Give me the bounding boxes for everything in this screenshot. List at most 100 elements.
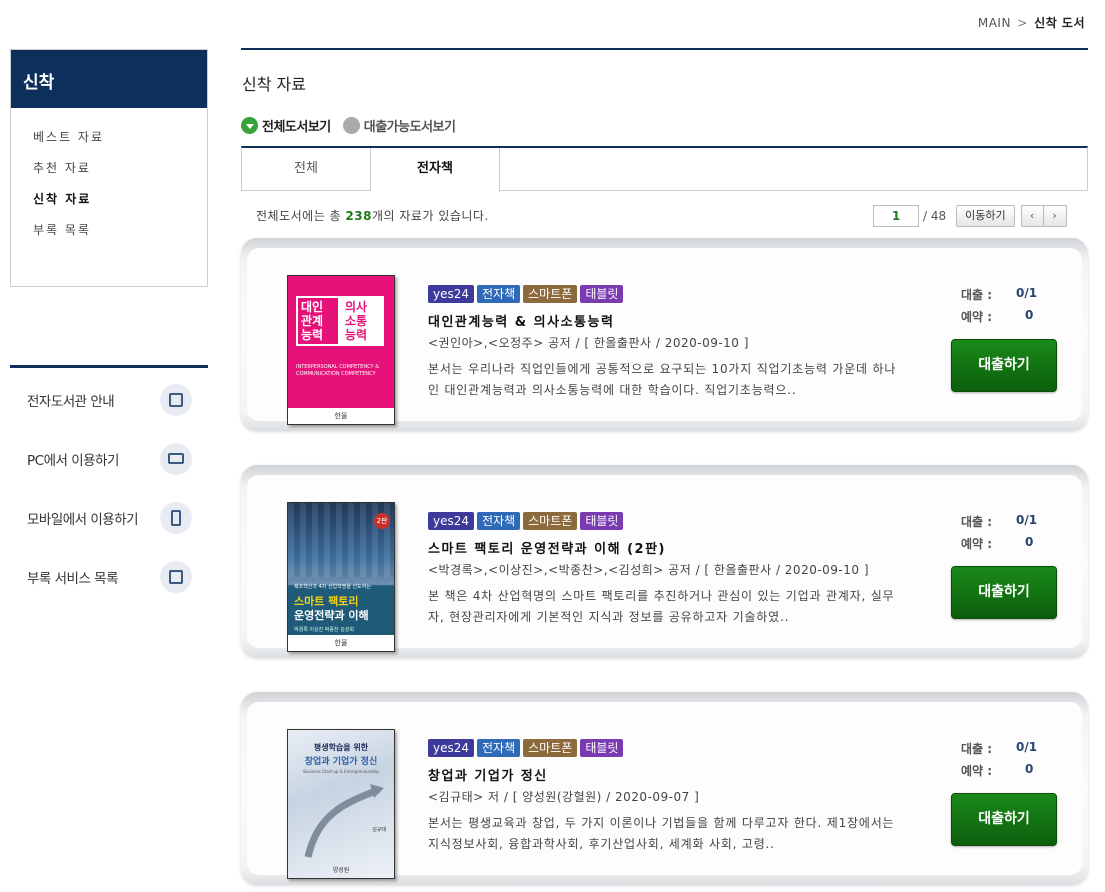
count-value: 238 [345,209,372,223]
sidebar-item-appendix[interactable]: 부록 목록 [33,215,207,246]
cover-publisher: 한올 [288,635,394,651]
book-description: 본서는 평생교육과 창업, 두 가지 이론이나 기법들을 함께 다루고자 한다.… [428,816,895,851]
list-icon [160,560,192,593]
cover-subtitle: INTERPERSONAL COMPETENCY & COMMUNICATION… [296,364,380,377]
book-meta: <권인아>,<오정주> 공저 / [ 한올출판사 / 2020-09-10 ] [428,336,749,350]
guide-item-label: PC에서 이용하기 [27,452,119,469]
book-title[interactable]: 스마트 팩토리 운영전략과 이해 (2판) [428,538,666,557]
tab-ebook[interactable]: 전자책 [371,148,500,192]
book-meta: <김규태> 저 / [ 양성원(강혈원) / 2020-09-07 ] [428,790,700,804]
breadcrumb: MAIN > 신착 도서 [978,14,1085,31]
platform-badges: yes24 전자책 스마트폰 태블릿 [428,512,626,530]
loan-label: 대출 : [961,515,993,529]
book-cover[interactable]: 대인 관계 능력 의사 소통 능력 INTERPERSONAL COMPETEN… [287,275,395,425]
book-guide-icon [160,383,192,416]
reserve-label: 예약 : [961,310,993,324]
book-description: 본 책은 4차 산업혁명의 스마트 팩토리를 추진하거나 관심이 있는 기업과 … [428,589,895,624]
badge-yes24: yes24 [428,285,475,303]
breadcrumb-current: 신착 도서 [1034,16,1085,30]
cover-title-left: 대인 관계 능력 [296,296,340,346]
category-tabs: 전체 전자책 [241,146,1088,192]
guide-item-library-info[interactable]: 전자도서관 안내 [10,370,208,429]
count-suffix: 개의 자료가 있습니다. [371,209,489,223]
badge-yes24: yes24 [428,739,475,757]
reserve-status: 예약 : 0 [961,535,1033,552]
filter-available-books[interactable]: 대출가능도서보기 [342,116,456,135]
book-title[interactable]: 대인관계능력 & 의사소통능력 [428,311,614,330]
sidebar-item-best[interactable]: 베스트 자료 [33,122,207,153]
guide-item-appendix-service[interactable]: 부록 서비스 목록 [10,547,208,606]
badge-tablet: 태블릿 [580,285,624,303]
filter-label: 전체도서보기 [262,120,331,135]
book-cover[interactable]: 2판 제조혁신과 4차 산업혁명을 선도하는 스마트 팩토리 운영전략과 이해 … [287,502,395,652]
book-card: 2판 제조혁신과 4차 산업혁명을 선도하는 스마트 팩토리 운영전략과 이해 … [241,465,1088,658]
book-card: 대인 관계 능력 의사 소통 능력 INTERPERSONAL COMPETEN… [241,238,1088,431]
cover-author: 김규태 [372,827,386,833]
book-card: 평생학습을 위한 창업과 기업가 정신 Business Start-up & … [241,692,1088,885]
reserve-value: 0 [1025,308,1034,322]
loan-button[interactable]: 대출하기 [951,566,1057,619]
cover-publisher: 한올 [288,408,394,424]
cover-english-title: Business Start-up & Entrepreneurship [303,769,379,774]
main-top-rule [241,48,1088,50]
sidebar-menu-box: 신착 베스트 자료 추천 자료 신착 자료 부록 목록 [10,49,208,287]
page-number-input[interactable] [873,205,919,227]
guide-item-mobile[interactable]: 모바일에서 이용하기 [10,488,208,547]
reserve-status: 예약 : 0 [961,308,1033,325]
pager: / 48 이동하기 ‹ › [873,205,1067,227]
book-title[interactable]: 창업과 기업가 정신 [428,765,548,784]
page-total: / 48 [923,209,947,223]
cover-publisher: 양성원 [332,867,350,874]
next-page-button[interactable]: › [1043,205,1067,227]
cover-text: 능력 [301,328,324,342]
guide-item-pc[interactable]: PC에서 이용하기 [10,429,208,488]
sidebar-item-new[interactable]: 신착 자료 [33,184,207,215]
book-description: 본서는 우리나라 직업인들에게 공통적으로 요구되는 10가지 직업기초능력 가… [428,362,897,397]
loan-value: 0/1 [1016,513,1038,527]
cover-arrow-illustration [304,784,384,858]
loan-label: 대출 : [961,288,993,302]
filter-label: 대출가능도서보기 [363,120,456,135]
cover-subtitle: 제조혁신과 4차 산업혁명을 선도하는 [294,584,371,590]
platform-badges: yes24 전자책 스마트폰 태블릿 [428,739,626,757]
cover-subtitle: 평생학습을 위한 [313,743,369,752]
radio-unselected-icon [342,117,360,134]
cover-title-right: 의사 소통 능력 [340,296,384,346]
loan-status: 대출 : 0/1 [961,740,1037,757]
sidebar-menu: 베스트 자료 추천 자료 신착 자료 부록 목록 [11,108,207,246]
breadcrumb-home[interactable]: MAIN [978,16,1011,30]
breadcrumb-separator: > [1017,16,1028,30]
loan-status: 대출 : 0/1 [961,513,1037,530]
cover-text: 소통 [345,314,368,328]
cover-text: 관계 [301,314,324,328]
book-cover[interactable]: 평생학습을 위한 창업과 기업가 정신 Business Start-up & … [287,729,395,879]
reserve-label: 예약 : [961,764,993,778]
reserve-status: 예약 : 0 [961,762,1033,779]
cover-title: 운영전략과 이해 [294,609,369,622]
loan-button[interactable]: 대출하기 [951,339,1057,392]
prev-page-button[interactable]: ‹ [1020,205,1044,227]
sidebar-item-recommended[interactable]: 추천 자료 [33,153,207,184]
page-move-button[interactable]: 이동하기 [956,205,1015,227]
sidebar-title: 신착 [11,50,207,108]
tab-all[interactable]: 전체 [242,148,371,190]
reserve-value: 0 [1025,535,1034,549]
badge-yes24: yes24 [428,512,475,530]
monitor-icon [160,442,192,475]
loan-value: 0/1 [1016,286,1038,300]
badge-ebook: 전자책 [477,739,521,757]
loan-value: 0/1 [1016,740,1038,754]
cover-text: 의사 [345,300,368,314]
filter-all-books[interactable]: 전체도서보기 [241,116,331,135]
loan-label: 대출 : [961,742,993,756]
badge-smartphone: 스마트폰 [523,285,578,303]
cover-text: 능력 [345,328,368,342]
cover-authors: 박경록 이상진 박종찬 김성희 [294,627,354,633]
badge-ebook: 전자책 [477,512,521,530]
cover-edition: 2판 [374,513,390,529]
cover-title: 창업과 기업가 정신 [304,757,378,767]
badge-ebook: 전자책 [477,285,521,303]
loan-button[interactable]: 대출하기 [951,793,1057,846]
loan-status: 대출 : 0/1 [961,286,1037,303]
page-title: 신착 자료 [242,75,306,94]
